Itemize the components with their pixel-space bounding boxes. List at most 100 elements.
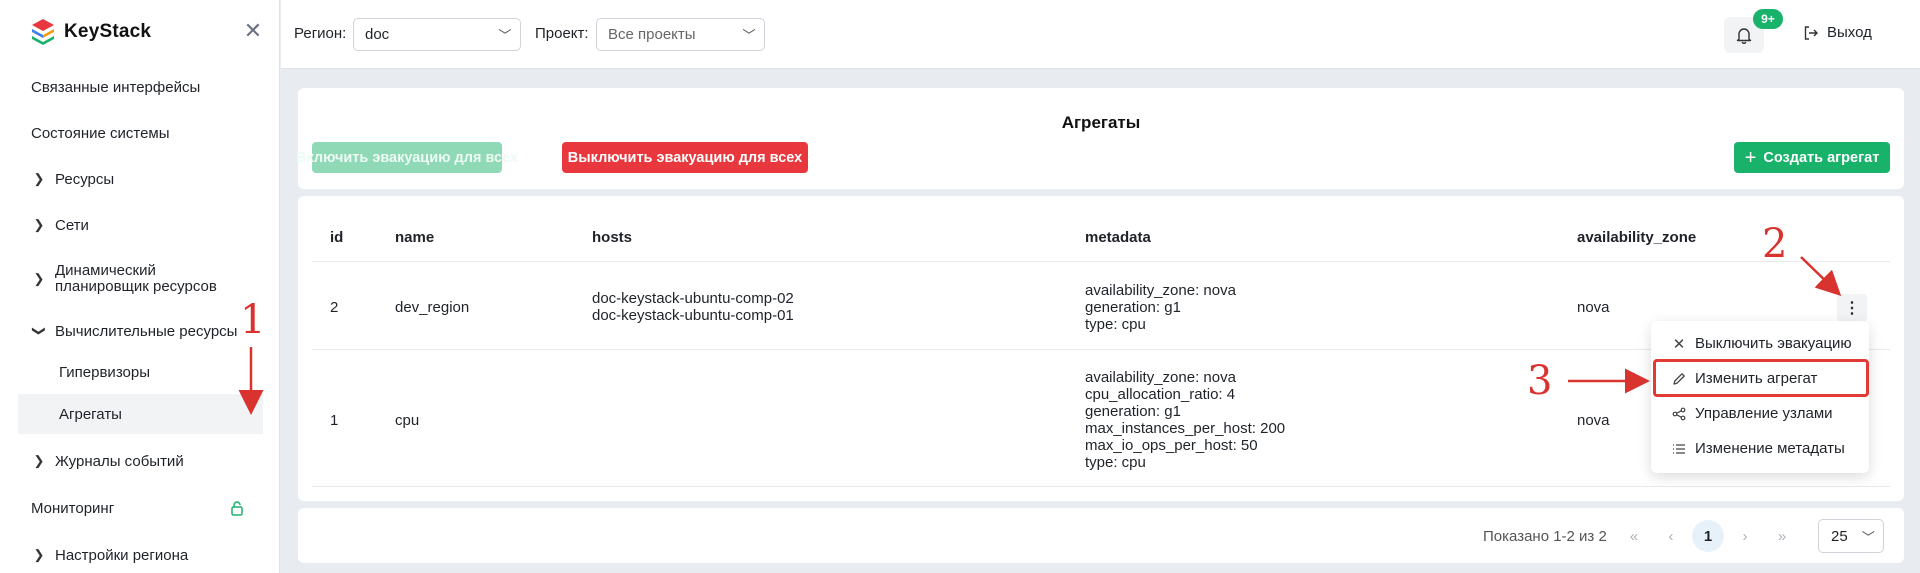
column-header-name: name: [395, 229, 435, 246]
close-icon: ✕: [1672, 335, 1686, 353]
cell-metadata: type: cpu: [1085, 454, 1146, 471]
logout-label: Выход: [1827, 24, 1872, 41]
menu-item-edit-metadata[interactable]: Изменение метадаты: [1651, 431, 1869, 466]
divider: [312, 486, 1890, 487]
logout-button[interactable]: Выход: [1803, 24, 1872, 41]
sidebar-item-label: Сети: [55, 216, 89, 234]
cell-name: dev_region: [395, 299, 470, 316]
sidebar-item-label: Журналы событий: [55, 452, 184, 470]
region-select[interactable]: doc ﹀: [353, 18, 521, 51]
sidebar-item-label: Связанные интерфейсы: [31, 78, 201, 96]
lock-icon: [231, 501, 243, 516]
cell-metadata: max_io_ops_per_host: 50: [1085, 437, 1258, 454]
pagination-bar: Показано 1-2 из 2 « ‹ 1 › » 25 ﹀: [298, 508, 1904, 563]
sidebar-item-monitoring[interactable]: Мониторинг: [18, 488, 263, 528]
sidebar-item-label: Мониторинг: [31, 499, 115, 517]
sidebar-item-compute-resources[interactable]: ❯ Вычислительные ресурсы: [18, 311, 263, 351]
cell-metadata: availability_zone: nova: [1085, 282, 1236, 299]
row-actions-menu: ✕ Выключить эвакуацию Изменить агрегат У…: [1651, 321, 1869, 473]
close-sidebar-icon[interactable]: ✕: [242, 20, 264, 42]
cell-host: doc-keystack-ubuntu-comp-01: [592, 307, 794, 324]
sidebar-item-dynamic-scheduler[interactable]: ❯ Динамический планировщик ресурсов: [18, 257, 263, 301]
sidebar-item-label: Настройки региона: [55, 546, 189, 564]
column-header-metadata: metadata: [1085, 229, 1151, 246]
logout-icon: [1804, 25, 1818, 40]
menu-item-manage-hosts[interactable]: Управление узлами: [1651, 396, 1869, 431]
region-select-value: doc: [365, 26, 390, 43]
brand-logo[interactable]: KeyStack: [30, 17, 151, 47]
chevron-right-icon: ❯: [33, 547, 45, 562]
menu-item-label: Изменить агрегат: [1695, 370, 1818, 387]
top-header: Регион: doc ﹀ Проект: Все проекты ﹀ 9+ В…: [281, 0, 1920, 69]
first-page-icon[interactable]: «: [1618, 520, 1650, 552]
pagination-summary: Показано 1-2 из 2: [1483, 528, 1607, 545]
cell-availability-zone: nova: [1577, 412, 1610, 429]
sidebar-item-label: Агрегаты: [59, 405, 122, 423]
annotation-number-1: 1: [240, 297, 266, 343]
per-page-select[interactable]: 25 ﹀: [1818, 519, 1884, 553]
sidebar-item-resources[interactable]: ❯ Ресурсы: [18, 159, 263, 199]
menu-item-label: Управление узлами: [1695, 405, 1833, 422]
prev-page-icon[interactable]: ‹: [1655, 520, 1687, 552]
column-header-availability-zone: availability_zone: [1577, 229, 1697, 246]
sidebar-item-linked-interfaces[interactable]: Связанные интерфейсы: [18, 67, 263, 107]
menu-item-label: Выключить эвакуацию: [1695, 335, 1852, 352]
project-select[interactable]: Все проекты ﹀: [596, 18, 765, 51]
sidebar-item-hypervisors[interactable]: Гипервизоры: [18, 352, 263, 392]
cell-id: 1: [330, 412, 339, 429]
annotation-number-3: 3: [1527, 358, 1553, 404]
cell-name: cpu: [395, 412, 420, 429]
annotation-number-2: 2: [1762, 221, 1788, 267]
sidebar: KeyStack ✕ Связанные интерфейсы Состояни…: [0, 0, 280, 573]
chevron-right-icon: ❯: [33, 217, 45, 232]
sidebar-item-system-status[interactable]: Состояние системы: [18, 113, 263, 153]
more-vertical-icon: ⋮: [1844, 300, 1860, 317]
chevron-down-icon: ﹀: [1861, 529, 1875, 545]
enable-evacuation-all-button[interactable]: Включить эвакуацию для всех: [296, 142, 518, 173]
divider: [312, 261, 1890, 262]
chevron-right-icon: ❯: [33, 171, 45, 186]
cell-metadata: max_instances_per_host: 200: [1085, 420, 1286, 437]
cell-metadata: cpu_allocation_ratio: 4: [1085, 386, 1236, 403]
cell-metadata: generation: g1: [1085, 403, 1181, 420]
pencil-icon: [1671, 372, 1687, 386]
sidebar-item-region-settings[interactable]: ❯ Настройки региона: [18, 535, 263, 573]
page-title: Агрегаты: [1061, 113, 1141, 132]
page-number-current[interactable]: 1: [1692, 520, 1724, 552]
row-actions-button[interactable]: ⋮: [1837, 294, 1867, 322]
cell-metadata: type: cpu: [1085, 316, 1146, 333]
chevron-down-icon: ﹀: [498, 28, 512, 43]
sidebar-item-networks[interactable]: ❯ Сети: [18, 205, 263, 245]
cell-metadata: availability_zone: nova: [1085, 369, 1236, 386]
create-aggregate-button[interactable]: + Создать агрегат: [1734, 142, 1890, 173]
create-aggregate-label: Создать агрегат: [1763, 149, 1880, 166]
sidebar-item-event-logs[interactable]: ❯ Журналы событий: [18, 441, 263, 481]
share-nodes-icon: [1671, 407, 1687, 421]
notifications-badge: 9+: [1753, 9, 1783, 29]
menu-item-edit-aggregate[interactable]: Изменить агрегат: [1651, 361, 1869, 396]
menu-item-disable-evacuation[interactable]: ✕ Выключить эвакуацию: [1651, 326, 1869, 361]
menu-item-label: Изменение метадаты: [1695, 440, 1845, 457]
cell-id: 2: [330, 299, 339, 316]
sidebar-item-label: Гипервизоры: [59, 363, 150, 381]
column-header-id: id: [330, 229, 344, 246]
plus-icon: +: [1744, 146, 1757, 169]
chevron-down-icon: ﹀: [742, 28, 756, 43]
last-page-icon[interactable]: »: [1766, 520, 1798, 552]
cell-host: doc-keystack-ubuntu-comp-02: [592, 290, 794, 307]
project-select-value: Все проекты: [608, 26, 696, 43]
sidebar-item-label: Ресурсы: [55, 170, 115, 188]
sidebar-item-label-line1: Динамический: [55, 262, 156, 279]
sidebar-item-label: Состояние системы: [31, 124, 170, 142]
sidebar-item-aggregates[interactable]: Агрегаты: [18, 394, 263, 434]
cell-availability-zone: nova: [1577, 299, 1610, 316]
brand-name: KeyStack: [64, 21, 152, 42]
disable-evacuation-all-button[interactable]: Выключить эвакуацию для всех: [562, 142, 808, 173]
next-page-icon[interactable]: ›: [1729, 520, 1761, 552]
sidebar-item-label-line2: планировщик ресурсов: [55, 278, 217, 295]
cell-metadata: generation: g1: [1085, 299, 1181, 316]
keystack-logo-icon: [32, 19, 54, 45]
chevron-right-icon: ❯: [33, 271, 45, 286]
list-icon: [1671, 442, 1687, 456]
column-header-hosts: hosts: [592, 229, 633, 246]
